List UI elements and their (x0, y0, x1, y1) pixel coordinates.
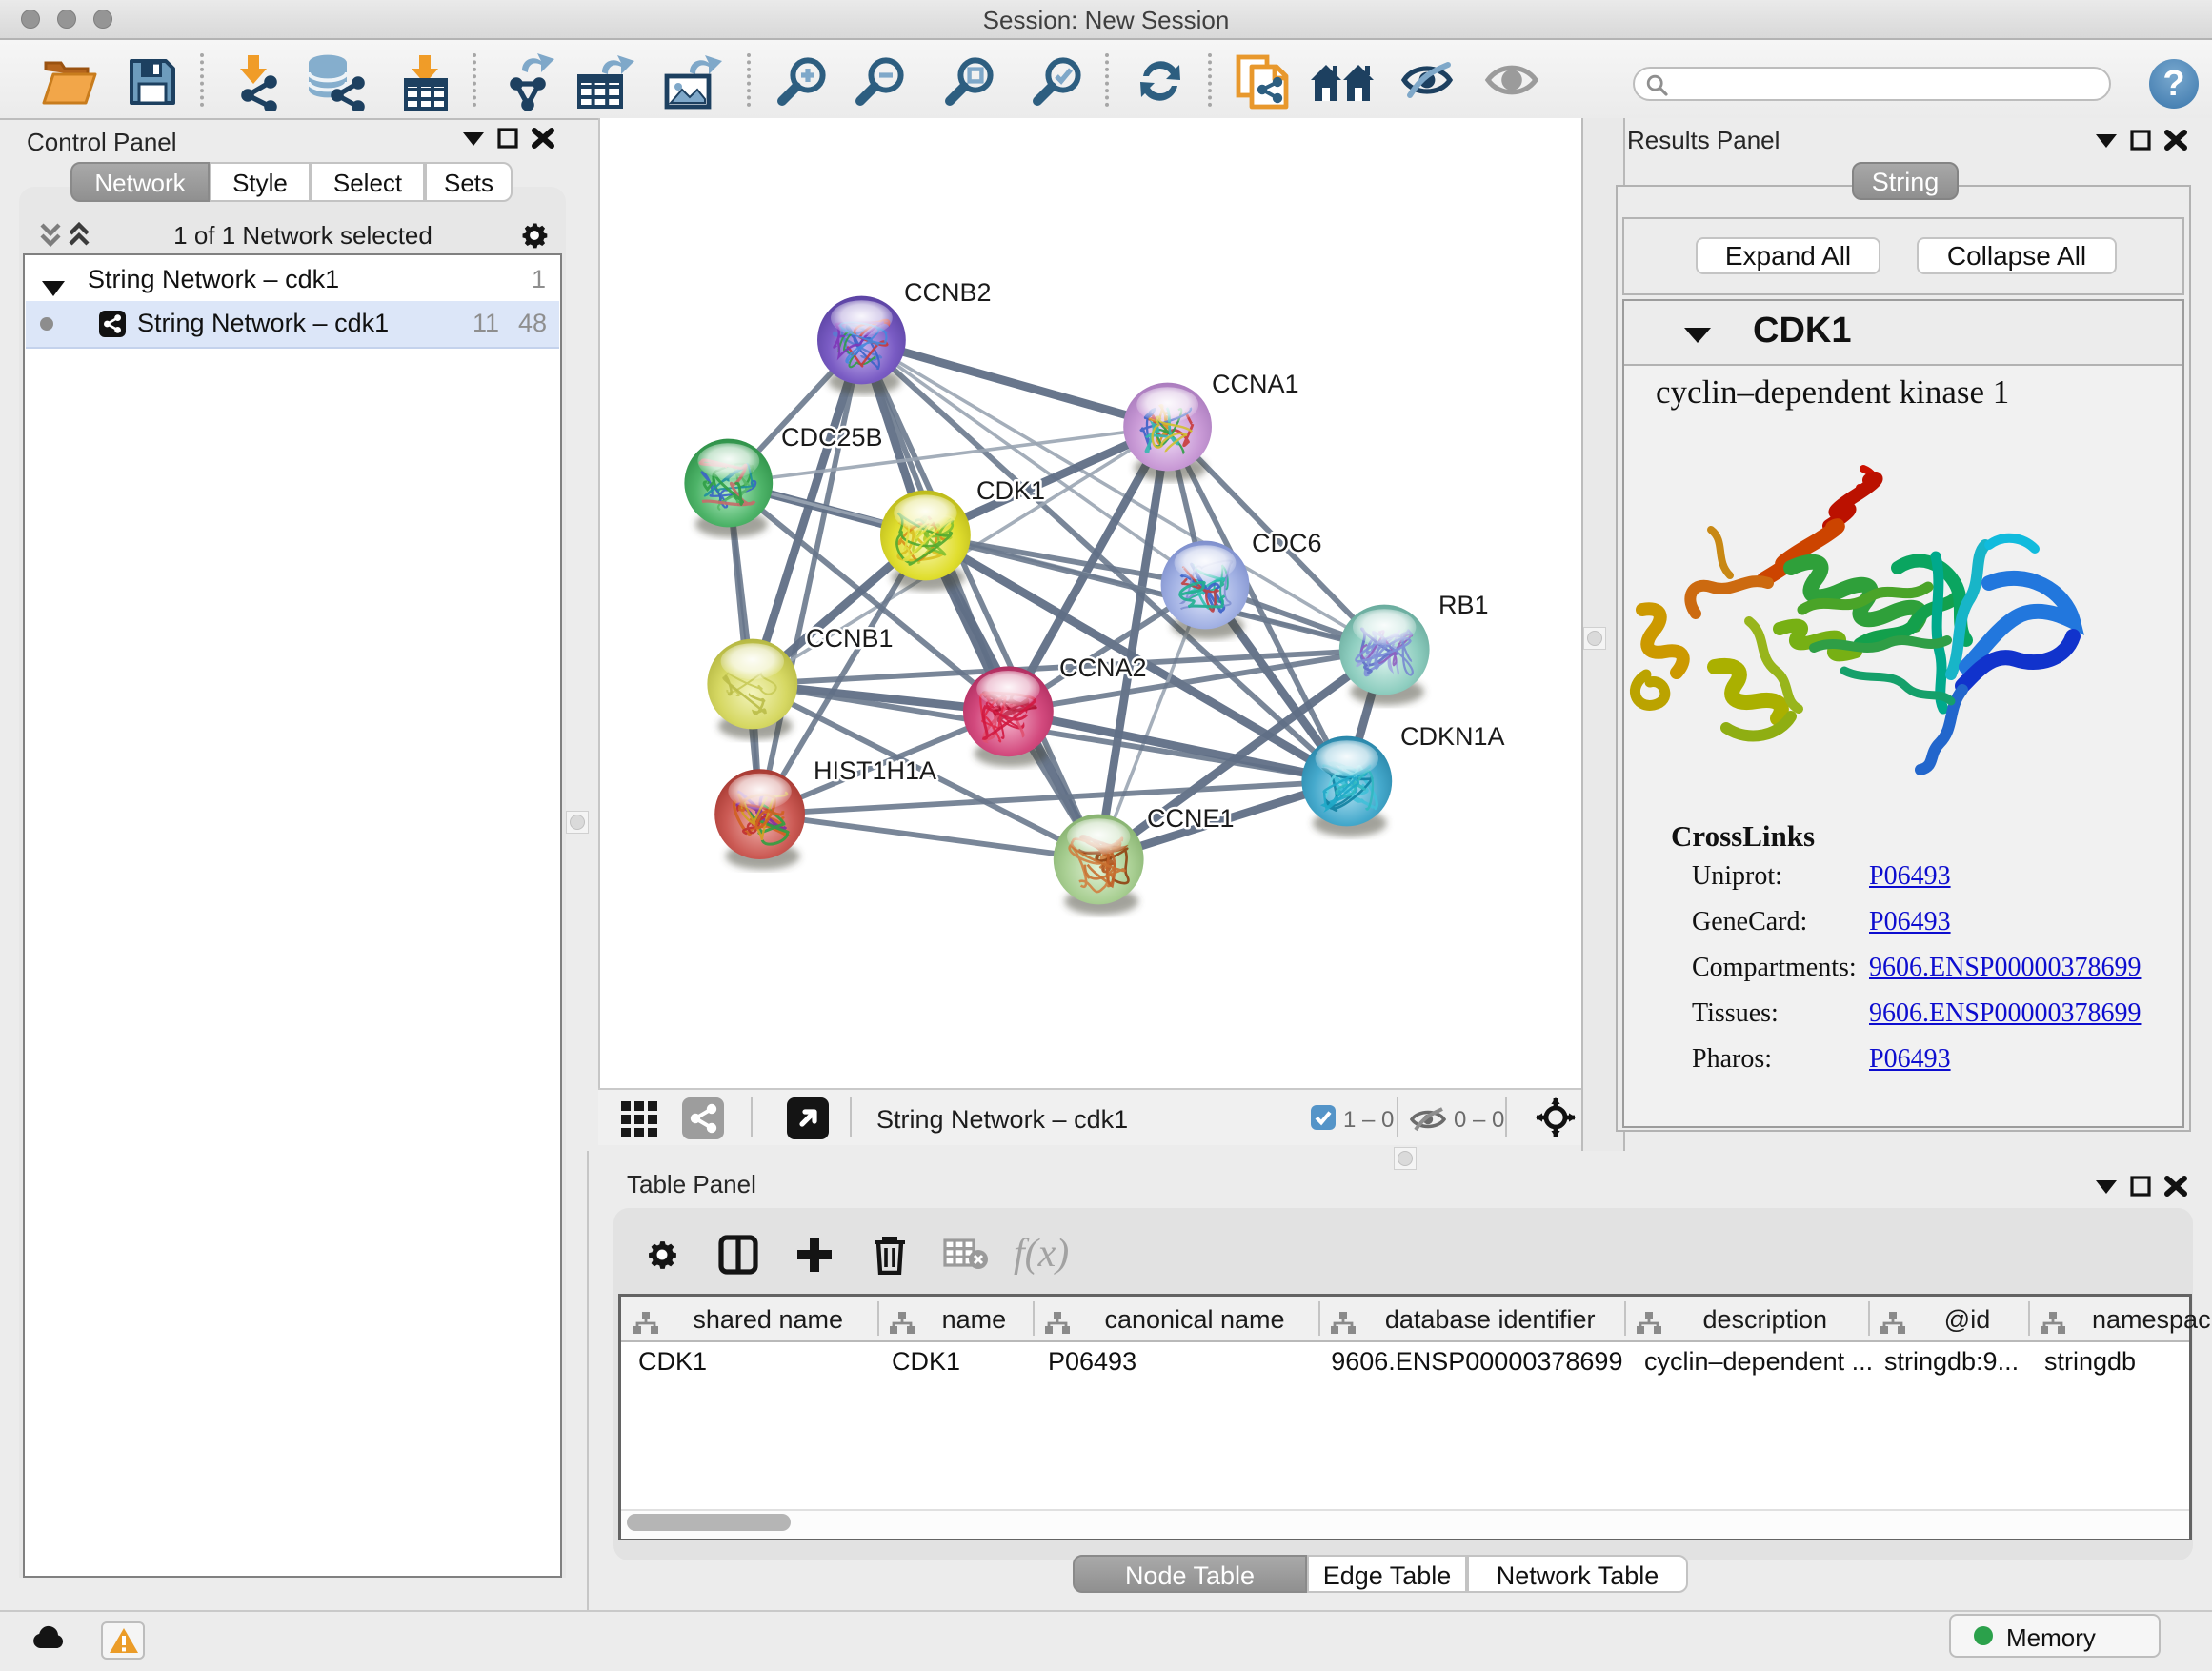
svg-text:CCNA2: CCNA2 (1059, 654, 1147, 682)
svg-text:CDC25B: CDC25B (781, 423, 883, 452)
svg-text:CCNA1: CCNA1 (1212, 370, 1299, 398)
svg-text:CCNB1: CCNB1 (806, 624, 894, 653)
svg-text:RB1: RB1 (1438, 591, 1489, 619)
svg-text:HIST1H1A: HIST1H1A (814, 756, 936, 785)
svg-text:CCNB2: CCNB2 (904, 278, 992, 307)
svg-text:CDK1: CDK1 (976, 476, 1045, 505)
svg-text:CDC6: CDC6 (1252, 529, 1322, 557)
svg-text:CDKN1A: CDKN1A (1400, 722, 1505, 751)
svg-text:CCNE1: CCNE1 (1147, 804, 1235, 833)
